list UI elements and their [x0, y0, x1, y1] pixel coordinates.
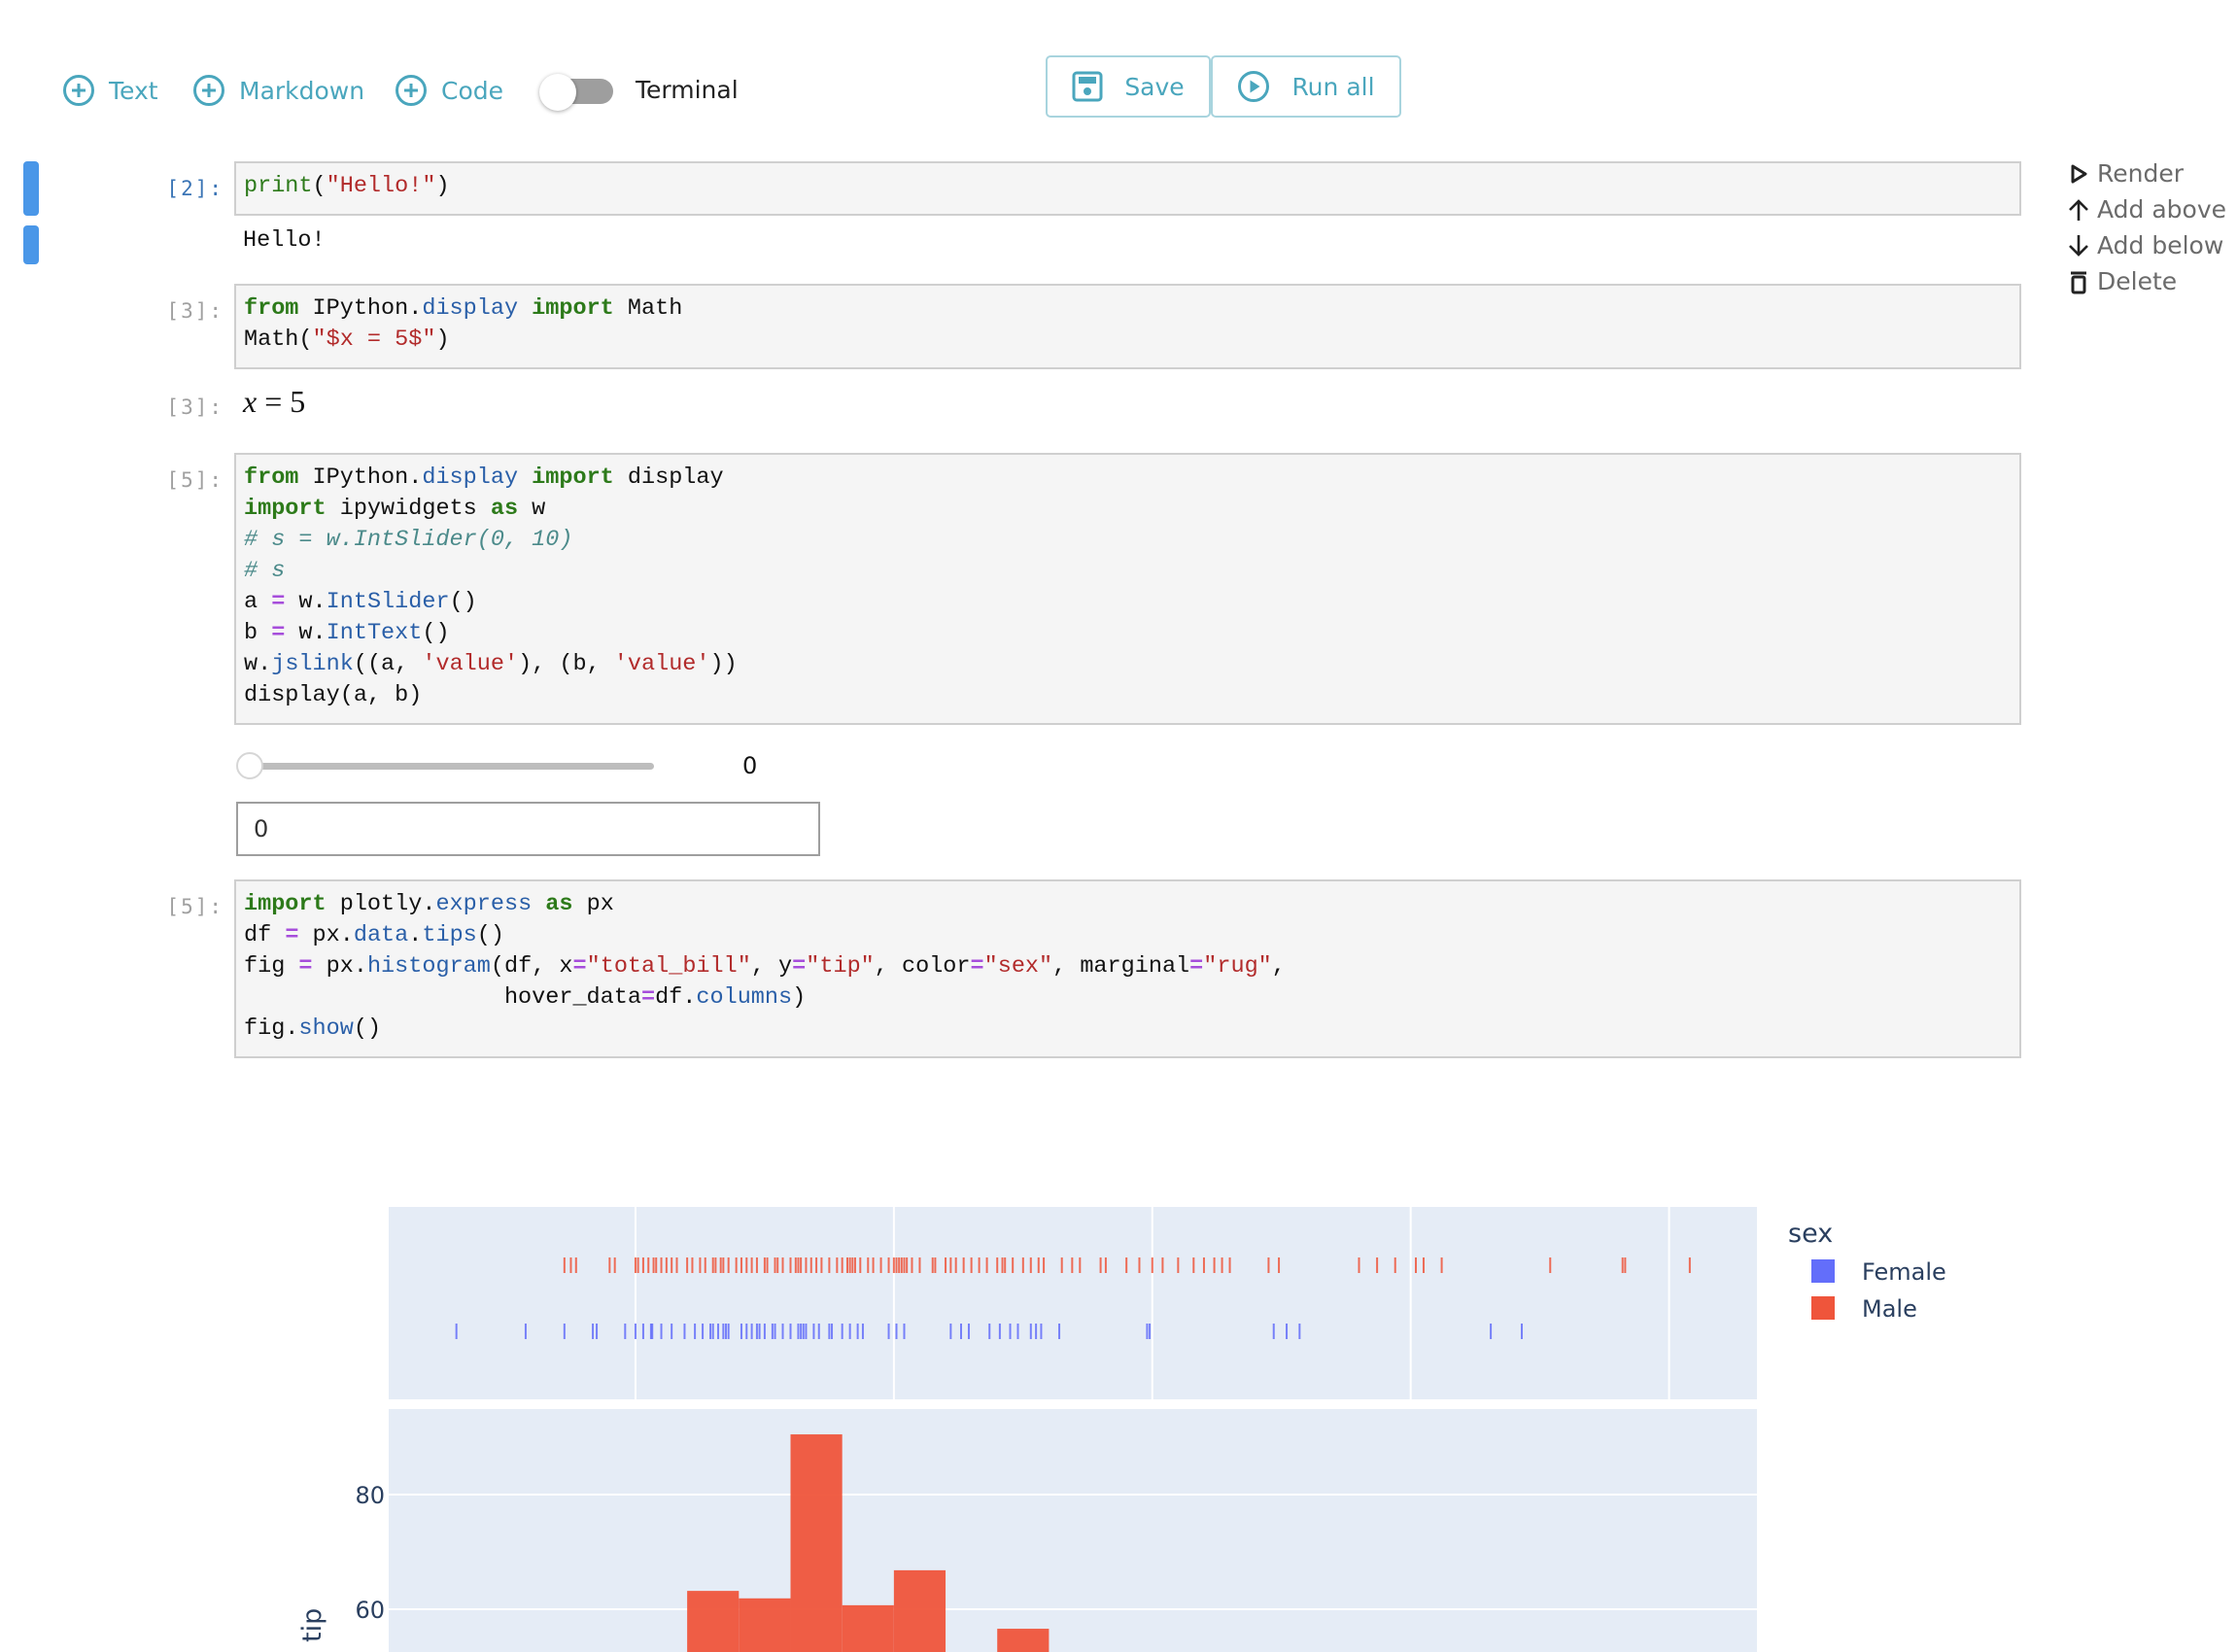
code-line: Math("$x = 5$") [244, 327, 450, 353]
add-below-button[interactable]: Add below [2066, 227, 2226, 263]
code-line: display(a, b) [244, 682, 423, 708]
render-button[interactable]: Render [2066, 155, 2226, 191]
arrow-up-icon [2069, 198, 2088, 221]
add-text-button[interactable]: Text [62, 70, 158, 111]
code-cell[interactable]: import plotly.express as px df = px.data.… [234, 879, 2021, 1058]
histogram-bar [739, 1598, 791, 1652]
code-line: a = w.IntSlider() [244, 589, 477, 615]
plus-circle-icon [193, 75, 224, 106]
rug-plot-area[interactable] [389, 1207, 1757, 1399]
code-line: import plotly.express as px [244, 891, 614, 917]
output-selection-bar[interactable] [23, 225, 39, 264]
slider-rail [246, 763, 654, 770]
code-line: # s [244, 558, 286, 584]
legend-swatch-female [1811, 1259, 1835, 1283]
histogram-bar [687, 1591, 740, 1652]
legend-item-female[interactable]: Female [1811, 1258, 1946, 1286]
render-label: Render [2097, 159, 2185, 188]
histogram-bar [790, 1434, 843, 1652]
histogram-bar [842, 1604, 894, 1652]
code-line: print("Hello!") [244, 173, 450, 199]
code-line: # s = w.IntSlider(0, 10) [244, 527, 573, 553]
play-outline-icon [2071, 164, 2087, 183]
cell-prompt: [5]: [166, 895, 224, 918]
slider-thumb[interactable] [236, 752, 263, 779]
add-code-label: Code [441, 76, 504, 105]
add-markdown-label: Markdown [239, 76, 365, 105]
cell-prompt: [2]: [166, 177, 224, 200]
plotly-histogram[interactable]: 60 80 tip sex Female Male [0, 1166, 2237, 1652]
toggle-knob [539, 74, 576, 111]
cell-selection-bar[interactable] [23, 161, 39, 216]
play-circle-icon [1238, 71, 1270, 102]
terminal-toggle[interactable] [539, 74, 615, 111]
y-axis-label: tip [297, 1608, 327, 1642]
trash-icon [2071, 271, 2086, 293]
code-line: fig = px.histogram(df, x="total_bill", y… [244, 953, 1286, 980]
int-slider[interactable] [236, 752, 664, 779]
histogram-plot-area[interactable] [389, 1409, 1757, 1652]
save-label: Save [1124, 72, 1185, 101]
code-line: hover_data=df.columns) [244, 984, 807, 1011]
code-cell[interactable]: print("Hello!") [234, 161, 2021, 216]
plus-circle-icon [63, 75, 94, 106]
y-tick-label: 60 [355, 1597, 385, 1624]
arrow-down-icon [2069, 234, 2088, 257]
y-tick-labels: 60 80 [355, 1482, 385, 1624]
legend-swatch-male [1811, 1296, 1835, 1320]
int-text-input[interactable] [236, 802, 820, 856]
legend-item-male[interactable]: Male [1811, 1295, 1917, 1323]
legend-title: sex [1788, 1219, 1833, 1249]
delete-label: Delete [2097, 267, 2178, 295]
histogram-bar [997, 1629, 1050, 1652]
run-all-button[interactable]: Run all [1211, 55, 1401, 118]
slider-readout: 0 [742, 752, 758, 779]
add-above-button[interactable]: Add above [2066, 191, 2226, 227]
cell-output-text: Hello! [243, 227, 326, 254]
code-line: import ipywidgets as w [244, 496, 546, 522]
cell-prompt: [3]: [166, 299, 224, 323]
cell-action-menu: Render Add above Add below Delete [2066, 155, 2226, 299]
add-below-label: Add below [2097, 231, 2224, 259]
add-code-button[interactable]: Code [395, 70, 503, 111]
add-markdown-button[interactable]: Markdown [192, 70, 364, 111]
run-all-label: Run all [1291, 72, 1375, 101]
save-button[interactable]: Save [1046, 55, 1211, 118]
plus-circle-icon [396, 75, 427, 106]
add-above-label: Add above [2097, 195, 2227, 224]
save-icon [1072, 71, 1103, 102]
code-line: w.jslink((a, 'value'), (b, 'value')) [244, 651, 738, 677]
terminal-label: Terminal [636, 76, 739, 104]
legend-label-female: Female [1862, 1258, 1946, 1286]
code-line: b = w.IntText() [244, 620, 450, 646]
code-line: from IPython.display import Math [244, 295, 683, 322]
code-cell[interactable]: from IPython.display import Math Math("$x… [234, 284, 2021, 369]
code-line: df = px.data.tips() [244, 922, 505, 948]
legend-label-male: Male [1862, 1295, 1917, 1323]
code-cell[interactable]: from IPython.display import display impor… [234, 453, 2021, 725]
output-prompt: [3]: [166, 396, 224, 419]
add-text-label: Text [109, 76, 158, 105]
histogram-bar [893, 1569, 946, 1652]
y-tick-label: 80 [355, 1482, 385, 1509]
code-line: from IPython.display import display [244, 465, 724, 491]
code-line: fig.show() [244, 1015, 382, 1042]
delete-button[interactable]: Delete [2066, 263, 2226, 299]
math-output: x = 5 [243, 384, 306, 419]
cell-prompt: [5]: [166, 468, 224, 492]
